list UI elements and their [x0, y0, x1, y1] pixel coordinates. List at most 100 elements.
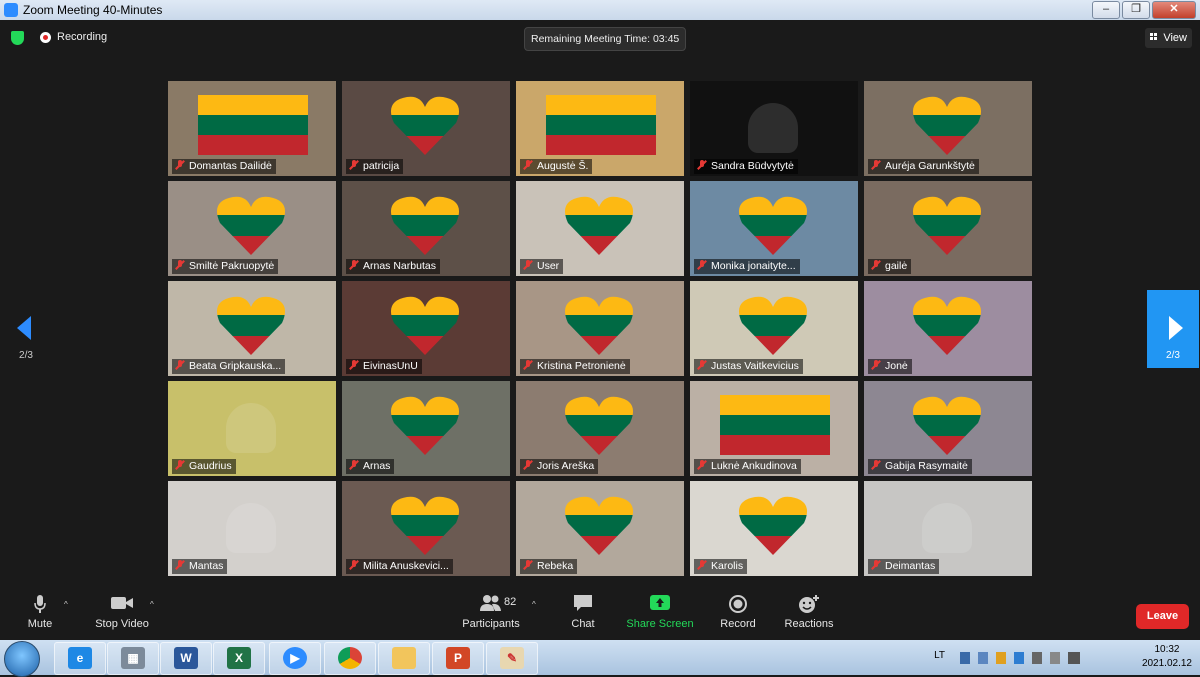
video-tile[interactable]: Justas Vaitkevicius — [690, 281, 858, 376]
muted-mic-icon — [175, 360, 185, 370]
taskbar-word[interactable]: W — [160, 642, 212, 675]
video-tile[interactable]: Deimantas — [864, 481, 1032, 576]
video-tile[interactable]: User — [516, 181, 684, 276]
heart-drawing — [738, 493, 808, 557]
video-tile[interactable]: Smiltė Pakruopytė — [168, 181, 336, 276]
video-tile[interactable]: Rebeka — [516, 481, 684, 576]
video-tile[interactable]: Mantas — [168, 481, 336, 576]
calculator-icon: ▦ — [121, 647, 145, 669]
chat-button[interactable]: Chat — [566, 594, 600, 630]
participants-label: Participants — [462, 618, 520, 630]
internet-explorer-icon: e — [68, 647, 92, 669]
tray-icons[interactable] — [960, 652, 1080, 664]
video-tile[interactable]: Arnas — [342, 381, 510, 476]
next-page-button[interactable]: 2/3 — [1147, 290, 1199, 368]
window-titlebar: Zoom Meeting 40-Minutes – ❐ ✕ — [0, 0, 1200, 20]
word-icon: W — [174, 647, 198, 669]
participant-name-tag: Augustė Š. — [520, 159, 593, 174]
mute-button[interactable]: Mute — [20, 594, 60, 630]
leave-button[interactable]: Leave — [1136, 604, 1189, 629]
recording-label[interactable]: Recording — [57, 31, 107, 43]
participant-name: Joris Areška — [537, 460, 595, 472]
muted-mic-icon — [697, 360, 707, 370]
record-button[interactable]: Record — [718, 594, 758, 630]
video-tile[interactable]: gailė — [864, 181, 1032, 276]
taskbar-internet-explorer[interactable]: e — [54, 642, 106, 675]
clock-date: 2021.02.12 — [1141, 658, 1192, 669]
taskbar-calculator[interactable]: ▦ — [107, 642, 159, 675]
participant-silhouette — [226, 403, 276, 453]
video-tile[interactable]: Milita Anuskevici... — [342, 481, 510, 576]
participant-name-tag: Joris Areška — [520, 459, 599, 474]
participant-silhouette — [226, 503, 276, 553]
participant-name: patricija — [363, 160, 400, 172]
restore-button[interactable]: ❐ — [1122, 1, 1150, 19]
participant-name-tag: Deimantas — [868, 559, 940, 574]
taskbar-excel[interactable]: X — [213, 642, 265, 675]
participant-name-tag: Karolis — [694, 559, 748, 574]
heart-drawing — [390, 193, 460, 257]
participants-button[interactable]: 82 Participants — [460, 594, 522, 630]
video-tile[interactable]: Arnas Narbutas — [342, 181, 510, 276]
taskbar-file-explorer[interactable] — [378, 642, 430, 675]
page-indicator-left: 2/3 — [19, 350, 33, 361]
previous-page-button[interactable]: 2/3 — [0, 290, 52, 368]
page-indicator-right: 2/3 — [1166, 350, 1180, 361]
audio-options-caret-icon[interactable]: ^ — [64, 600, 68, 609]
video-tile[interactable]: Luknė Ankudinova — [690, 381, 858, 476]
participant-name: Smiltė Pakruopytė — [189, 260, 275, 272]
video-tile[interactable]: Gabija Rasymaitė — [864, 381, 1032, 476]
view-button[interactable]: View — [1145, 28, 1192, 48]
taskbar-clock[interactable]: 10:32 2021.02.12 — [1142, 643, 1192, 671]
share-screen-label: Share Screen — [626, 618, 694, 630]
video-tile[interactable]: Beata Gripkauska... — [168, 281, 336, 376]
participant-name-tag: Sandra Būdvytytė — [694, 159, 798, 174]
participant-name: Mantas — [189, 560, 224, 572]
video-tile[interactable]: Kristina Petronienė — [516, 281, 684, 376]
video-tile[interactable]: Joris Areška — [516, 381, 684, 476]
video-tile[interactable]: Gaudrius — [168, 381, 336, 476]
participants-options-caret-icon[interactable]: ^ — [532, 600, 536, 609]
participant-count: 82 — [504, 596, 517, 608]
video-options-caret-icon[interactable]: ^ — [150, 600, 154, 609]
chrome-icon — [338, 647, 362, 669]
video-tile[interactable]: Karolis — [690, 481, 858, 576]
language-indicator[interactable]: LT — [934, 650, 945, 661]
participant-name-tag: Justas Vaitkevicius — [694, 359, 803, 374]
participant-name-tag: Smiltė Pakruopytė — [172, 259, 279, 274]
video-tile[interactable]: EivinasUnU — [342, 281, 510, 376]
window-title: Zoom Meeting 40-Minutes — [23, 3, 163, 17]
taskbar-paint[interactable]: ✎ — [486, 642, 538, 675]
close-button[interactable]: ✕ — [1152, 1, 1196, 19]
video-tile[interactable]: Sandra Būdvytytė — [690, 81, 858, 176]
participant-name-tag: Gabija Rasymaitė — [868, 459, 972, 474]
reactions-button[interactable]: Reactions — [782, 594, 836, 630]
participant-name-tag: Kristina Petronienė — [520, 359, 630, 374]
video-tile[interactable]: patricija — [342, 81, 510, 176]
taskbar-powerpoint[interactable]: P — [432, 642, 484, 675]
participants-icon — [480, 595, 501, 611]
record-label: Record — [720, 618, 756, 630]
participant-name: Karolis — [711, 560, 744, 572]
video-tile[interactable]: Domantas Dailidė — [168, 81, 336, 176]
stop-video-button[interactable]: Stop Video — [92, 594, 152, 630]
participant-name-tag: EivinasUnU — [346, 359, 422, 374]
taskbar-chrome[interactable] — [324, 642, 376, 675]
heart-drawing — [912, 193, 982, 257]
participant-name-tag: Auréja Garunkštytė — [868, 159, 979, 174]
taskbar-zoom[interactable]: ▶ — [269, 642, 321, 675]
mute-label: Mute — [27, 618, 53, 630]
muted-mic-icon — [523, 160, 533, 170]
muted-mic-icon — [523, 560, 533, 570]
video-tile[interactable]: Augustė Š. — [516, 81, 684, 176]
video-tile[interactable]: Jonė — [864, 281, 1032, 376]
start-button-icon[interactable] — [4, 641, 40, 677]
share-screen-button[interactable]: Share Screen — [626, 594, 694, 630]
video-tile[interactable]: Auréja Garunkštytė — [864, 81, 1032, 176]
minimize-button[interactable]: – — [1092, 1, 1120, 19]
security-shield-icon[interactable] — [11, 31, 24, 45]
muted-mic-icon — [697, 260, 707, 270]
heart-drawing — [564, 193, 634, 257]
video-tile[interactable]: Monika jonaityte... — [690, 181, 858, 276]
stop-video-label: Stop Video — [95, 618, 149, 630]
